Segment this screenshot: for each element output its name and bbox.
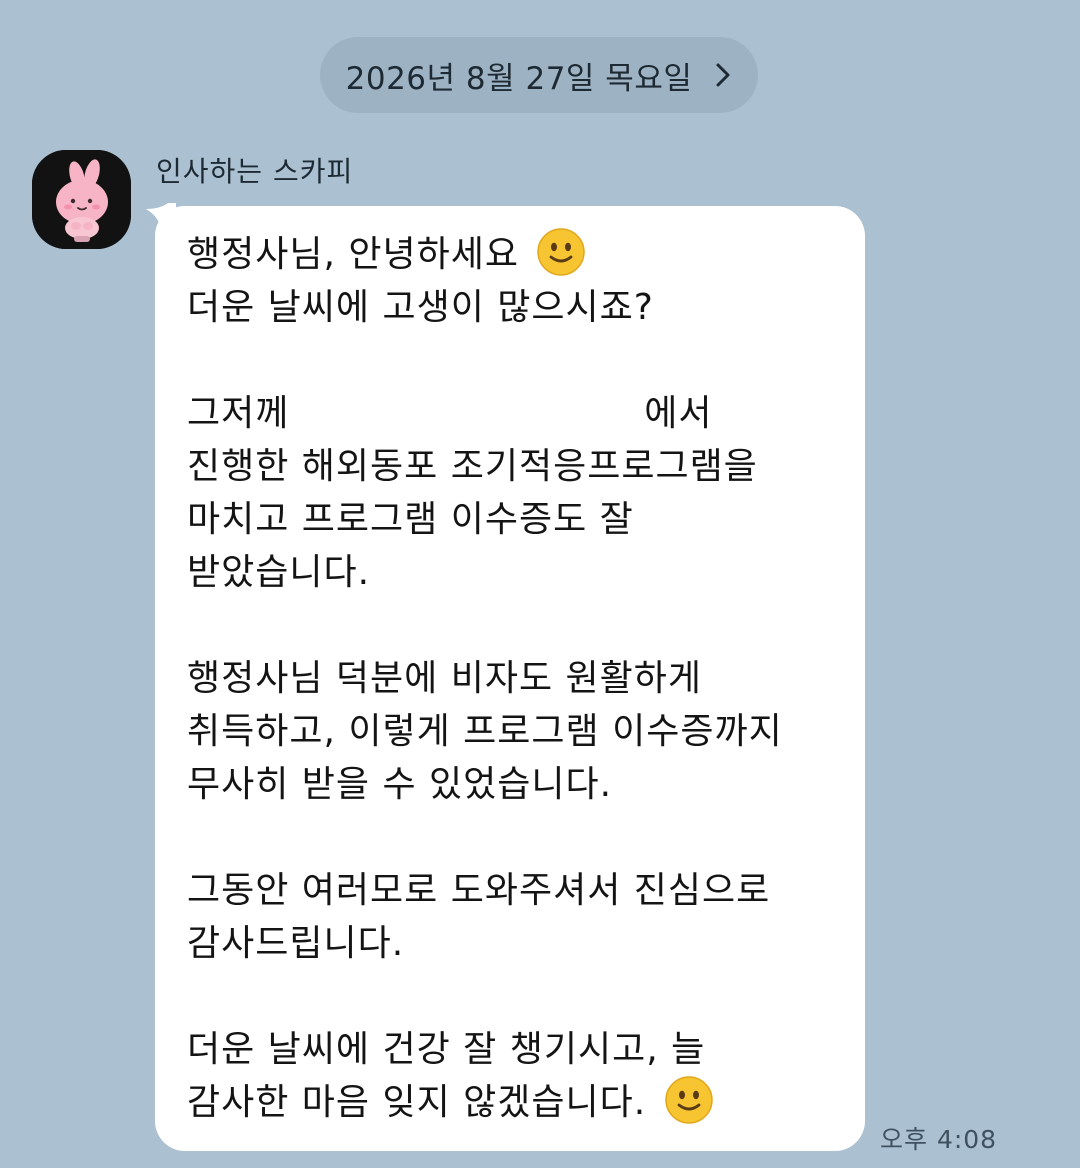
message-line: 마치고 프로그램 이수증도 잘 — [187, 499, 634, 540]
message-line: 감사드립니다. — [187, 923, 405, 964]
sender-name: 인사하는 스카피 — [156, 155, 354, 188]
message-line: 더운 날씨에 건강 잘 챙기시고, 늘 — [187, 1029, 706, 1070]
date-separator[interactable]: 2026년 8월 27일 목요일 — [320, 37, 758, 113]
message-line: 진행한 해외동포 조기적응프로그램을 — [187, 446, 758, 487]
message-line: 더운 날씨에 고생이 많으시죠? — [187, 287, 654, 328]
slightly-smiling-face-icon — [664, 1076, 713, 1124]
message-bubble[interactable]: 행정사님, 안녕하세요 더운 날씨에 고생이 많으시죠? 그저께 에서 진행한 … — [155, 206, 865, 1151]
message-line: 행정사님, 안녕하세요 — [187, 228, 841, 281]
redacted-region — [301, 397, 632, 433]
message-line: 무사히 받을 수 있었습니다. — [187, 764, 613, 805]
message-line: 감사한 마음 잊지 않겠습니다. — [187, 1076, 841, 1129]
message-line: 그저께 에서 — [187, 393, 713, 434]
date-label: 2026년 8월 27일 목요일 — [345, 60, 693, 97]
chevron-right-icon — [714, 62, 732, 88]
message-line: 받았습니다. — [187, 552, 371, 593]
message-time: 오후 4:08 — [880, 1125, 998, 1154]
slightly-smiling-face-icon — [537, 228, 586, 276]
pink-rabbit-avatar-icon — [32, 150, 131, 249]
message-line: 행정사님 덕분에 비자도 원활하게 — [187, 658, 703, 699]
message-line: 그동안 여러모로 도와주셔서 진심으로 — [187, 870, 771, 911]
message-line: 취득하고, 이렇게 프로그램 이수증까지 — [187, 711, 783, 752]
sender-avatar[interactable] — [32, 150, 131, 249]
